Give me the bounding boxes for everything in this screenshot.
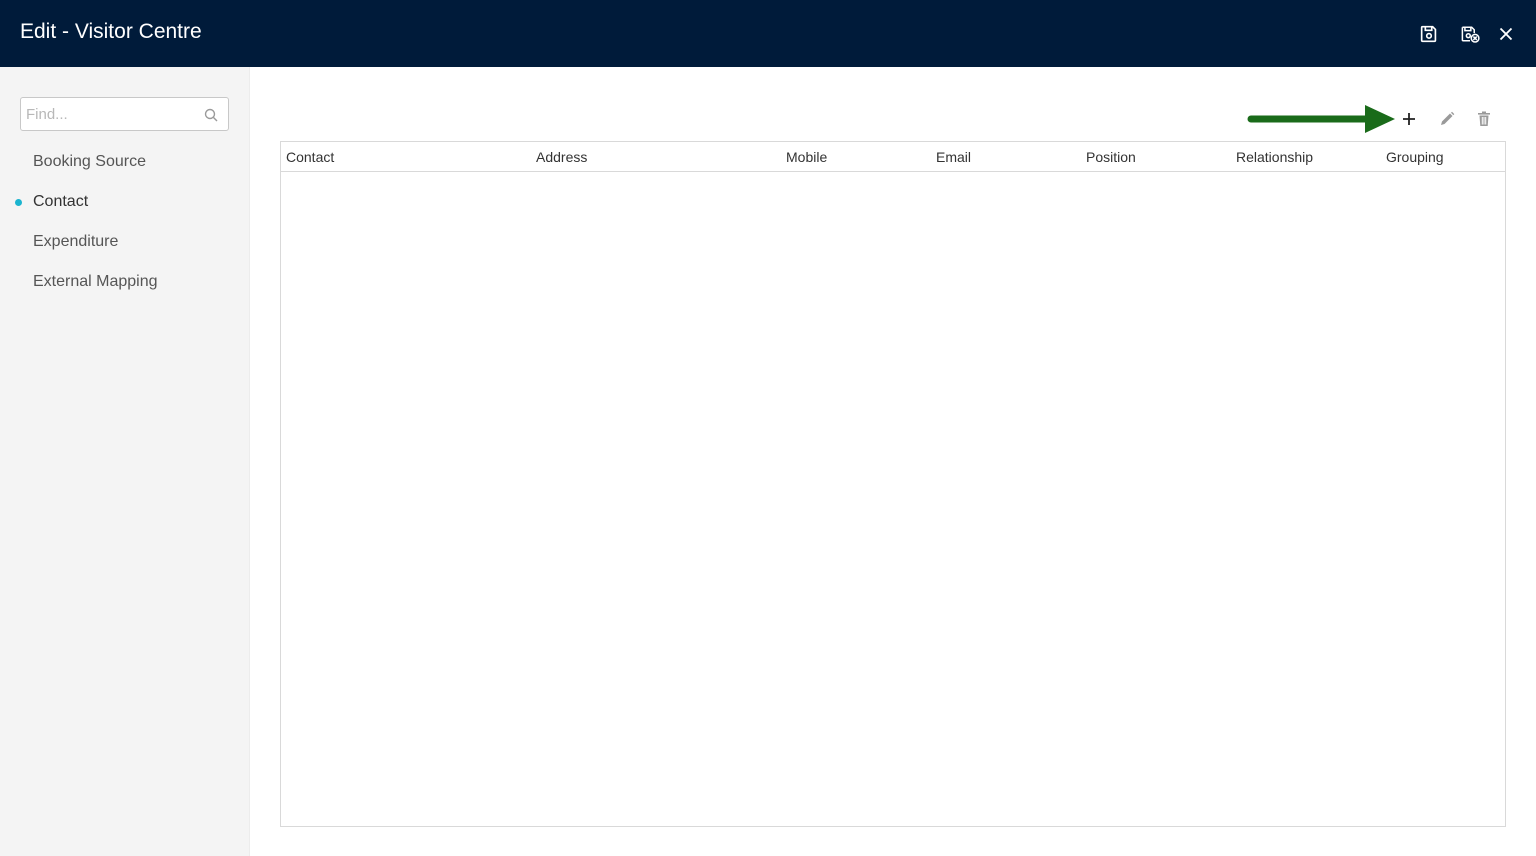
column-header-relationship[interactable]: Relationship: [1236, 148, 1313, 166]
close-icon: [1499, 27, 1513, 41]
close-button[interactable]: [1494, 22, 1518, 46]
save-icon: [1420, 25, 1437, 43]
column-header-mobile[interactable]: Mobile: [786, 148, 827, 166]
plus-icon: [1403, 113, 1415, 125]
column-header-address[interactable]: Address: [536, 148, 587, 166]
active-indicator-dot: [15, 199, 22, 206]
pencil-icon: [1441, 111, 1455, 125]
save-close-icon: [1461, 26, 1480, 43]
column-header-email[interactable]: Email: [936, 148, 971, 166]
sidebar-item-external-mapping[interactable]: External Mapping: [33, 270, 158, 294]
column-header-grouping[interactable]: Grouping: [1386, 148, 1444, 166]
search-icon: [204, 108, 218, 122]
edit-contact-button[interactable]: [1436, 108, 1458, 130]
column-header-position[interactable]: Position: [1086, 148, 1136, 166]
add-contact-button[interactable]: [1398, 108, 1420, 130]
find-box: [20, 97, 229, 131]
column-header-contact[interactable]: Contact: [286, 148, 334, 166]
save-and-close-button[interactable]: [1457, 22, 1483, 46]
sidebar-item-expenditure[interactable]: Expenditure: [33, 230, 118, 254]
sidebar-item-contact[interactable]: Contact: [33, 190, 88, 214]
grid-header-row: Contact Address Mobile Email Position Re…: [281, 142, 1505, 172]
title-bar: Edit - Visitor Centre: [0, 0, 1536, 67]
window-title: Edit - Visitor Centre: [20, 20, 202, 43]
delete-contact-button[interactable]: [1473, 108, 1495, 130]
annotation-arrow: [1247, 105, 1395, 133]
sidebar: Booking Source Contact Expenditure Exter…: [0, 67, 250, 856]
save-button[interactable]: [1417, 22, 1441, 46]
find-input[interactable]: [26, 102, 196, 126]
trash-icon: [1478, 111, 1490, 126]
grid-body: [281, 173, 1505, 827]
sidebar-item-booking-source[interactable]: Booking Source: [33, 150, 146, 174]
contacts-grid: Contact Address Mobile Email Position Re…: [280, 141, 1506, 827]
